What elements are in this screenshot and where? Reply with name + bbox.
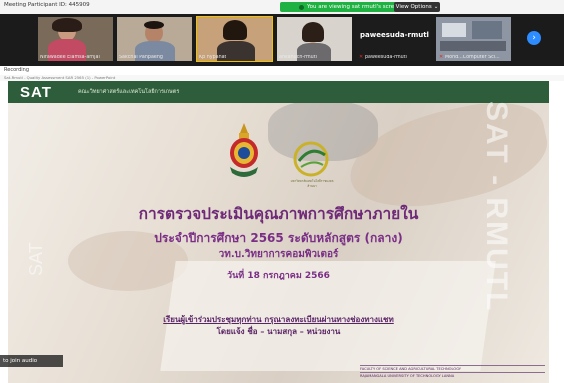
slide-footer: FACULTY OF SCIENCE AND AGRICULTURAL TECH… [360,365,545,379]
participant-tile[interactable]: ankanuch-rmutl [277,17,352,61]
participant-tile[interactable]: Sakchai Panpaeng [117,17,192,61]
join-audio-button[interactable]: to join audio [0,355,63,367]
participant-name: Kp nypanat [199,55,227,60]
share-indicator-icon [298,4,304,10]
next-participants-button[interactable]: › [527,31,541,45]
participant-tile-no-video[interactable]: paweesuda-rmutl ✕ paweesuda-rmutl [356,17,431,61]
slide-program-name: วท.บ.วิทยาการคอมพิวเตอร์ [218,249,339,260]
participant-name: Sakchai Panpaeng [119,55,163,60]
join-audio-label: to join audio [3,358,38,364]
participant-tile-active-speaker[interactable]: Kp nypanat [196,16,273,62]
screen-share-text: You are viewing sat rmutl's screen [306,4,402,10]
chevron-right-icon: › [532,33,536,43]
faculty-footer-text: FACULTY OF SCIENCE AND AGRICULTURAL TECH… [360,365,545,372]
participant-tile[interactable]: ✕ Mohd...Computer Sci... [436,17,511,61]
meeting-id-text: Meeting Participant ID: 445909 [4,2,90,8]
shared-screen-slide: SAT คณะวิทยาศาสตร์และเทคโนโลยีการเกษตร S… [8,81,549,383]
participant-display-name: paweesuda-rmutl [360,31,429,39]
chevron-down-icon: ⌄ [433,4,439,10]
slide-title: การตรวจประเมินคุณภาพการศึกษาภายใน [138,205,419,223]
recording-label: Recording [4,67,30,73]
university-emblem-icon [230,123,258,177]
slide-notice-line2: โดยแจ้ง ชื่อ – นามสกุล – หน่วยงาน [216,327,341,336]
participant-tile[interactable]: Nirawadee Eiamsa-arnjai [38,17,113,61]
view-options-label: View Options [395,4,432,10]
participant-name: Nirawadee Eiamsa-arnjai [40,55,100,60]
slide-date: วันที่ 18 กรกฎาคม 2566 [227,271,330,281]
recording-indicator: Recording [0,66,564,75]
shared-window-title: Sat-Rmutl - Quality Assessment SAR 2565 … [4,75,116,80]
university-footer-text: RAJAMANGALA UNIVERSITY OF TECHNOLOGY LAN… [360,372,545,379]
slide-subtitle: ประจำปีการศึกษา 2565 ระดับหลักสูตร (กลาง… [154,231,403,245]
muted-mic-icon: ✕ [359,54,364,60]
emblem-caption: มหาวิทยาลัยเทคโนโลยีราชมงคลล้านนา [290,179,334,188]
sat-logo: SAT [20,84,52,101]
participant-name: paweesuda-rmutl [365,55,407,60]
sat-emblem-icon [293,141,329,177]
faculty-name-header: คณะวิทยาศาสตร์และเทคโนโลยีการเกษตร [78,89,180,95]
participant-name: ankanuch-rmutl [279,55,317,60]
muted-mic-icon: ✕ [439,54,444,60]
meeting-topbar: Meeting Participant ID: 445909 You are v… [0,0,564,15]
view-options-button[interactable]: View Options ⌄ [394,2,440,12]
participant-name: Mohd...Computer Sci... [445,55,500,60]
